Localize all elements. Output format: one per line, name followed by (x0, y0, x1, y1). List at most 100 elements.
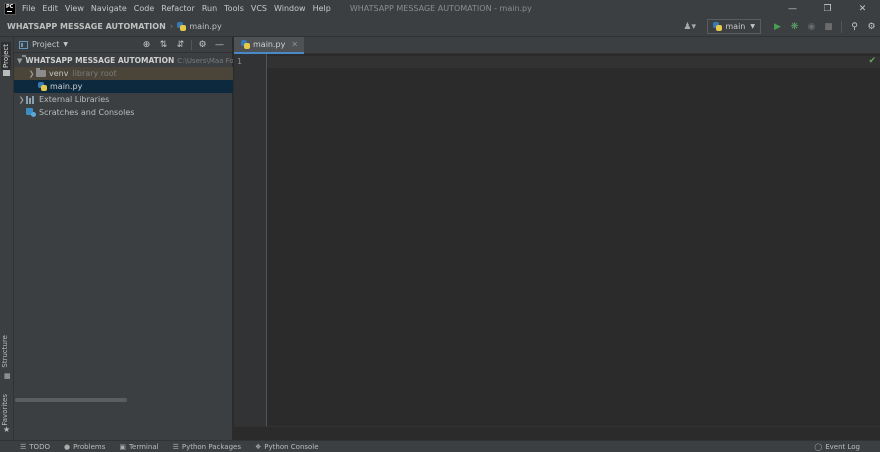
menu-navigate[interactable]: Navigate (91, 4, 127, 13)
structure-icon[interactable]: ▦ (4, 372, 11, 380)
list-icon: ☰ (20, 442, 27, 451)
left-tool-strip: Project Structure ▦ Favorites ★ (0, 37, 14, 440)
tree-item-label: main.py (50, 82, 83, 91)
hide-panel-icon[interactable]: — (211, 40, 228, 50)
code-editor[interactable]: ✔ (267, 54, 880, 426)
tree-item-label: venv (49, 69, 69, 78)
menu-window[interactable]: Window (274, 4, 306, 13)
project-view-select[interactable]: Project (32, 40, 59, 49)
editor-gutter[interactable]: 1 (234, 54, 267, 426)
run-configuration-label: main (725, 22, 746, 31)
tree-item-external-libraries[interactable]: ❯ External Libraries (14, 93, 233, 106)
tool-tab-event-log[interactable]: ◯ Event Log (814, 443, 860, 451)
run-configuration-select[interactable]: main ▼ (707, 19, 761, 34)
debug-icon[interactable]: ❋ (786, 22, 803, 32)
star-icon[interactable]: ★ (3, 425, 10, 434)
project-view-icon (19, 40, 28, 49)
menu-file[interactable]: File (22, 4, 35, 13)
line-number: 1 (237, 57, 242, 66)
close-icon[interactable]: ✕ (291, 40, 298, 49)
python-file-icon (177, 22, 187, 31)
warning-icon: ● (63, 442, 71, 451)
tree-item-scratches[interactable]: Scratches and Consoles (14, 106, 233, 119)
chevron-down-icon[interactable]: ▼ (17, 57, 22, 65)
collapse-all-icon[interactable]: ⇵ (172, 40, 189, 50)
tab-label: main.py (253, 40, 286, 49)
expand-all-icon[interactable]: ⇅ (155, 40, 172, 50)
tool-tab-project[interactable]: Project (1, 42, 11, 70)
menu-tools[interactable]: Tools (224, 4, 244, 13)
chevron-right-icon[interactable]: ❯ (17, 96, 26, 104)
menu-vcs[interactable]: VCS (251, 4, 267, 13)
minimize-icon[interactable]: — (775, 4, 810, 14)
python-config-icon (713, 22, 723, 31)
run-icon[interactable]: ▶ (769, 22, 786, 32)
close-icon[interactable]: ✕ (845, 4, 880, 14)
project-panel: Project ▼ ⊕ ⇅ ⇵ ⚙ — ▼ WHATSAPP MESSAGE A… (14, 37, 233, 440)
pycharm-logo-icon[interactable]: PC (4, 2, 16, 15)
tool-tab-label: Event Log (825, 442, 860, 451)
chevron-down-icon: ▼ (750, 23, 755, 30)
menu-refactor[interactable]: Refactor (161, 4, 195, 13)
tool-tab-problems[interactable]: ● Problems (64, 443, 105, 451)
tool-tab-terminal[interactable]: ▣ Terminal (119, 443, 158, 451)
window-title: WHATSAPP MESSAGE AUTOMATION - main.py (349, 4, 532, 13)
horizontal-scrollbar[interactable] (15, 398, 127, 402)
breadcrumb-project[interactable]: WHATSAPP MESSAGE AUTOMATION (7, 22, 166, 31)
folder-icon[interactable] (3, 70, 10, 76)
tool-tab-structure[interactable]: Structure (1, 335, 9, 368)
user-icon[interactable]: ♟▾ (683, 22, 697, 32)
folder-icon (36, 68, 46, 77)
chevron-right-icon[interactable]: ❯ (27, 70, 36, 78)
stop-icon[interactable]: ■ (820, 22, 837, 32)
tree-item-hint: library root (72, 69, 117, 78)
window-controls: — ❐ ✕ (775, 4, 880, 14)
tree-item-main-py[interactable]: main.py (14, 80, 233, 93)
bottom-tool-bar: ☰ TODO ● Problems ▣ Terminal ☰ Python Pa… (0, 440, 880, 452)
main-menu: File Edit View Navigate Code Refactor Ru… (22, 4, 338, 13)
tool-tab-python-packages[interactable]: ☰ Python Packages (173, 443, 241, 451)
tool-tab-python-console[interactable]: ❖ Python Console (255, 443, 319, 451)
locate-icon[interactable]: ⊕ (138, 40, 155, 50)
search-icon[interactable]: ⚲ (846, 22, 863, 32)
breadcrumb-file[interactable]: main.py (177, 22, 222, 31)
tool-tab-label: Python Packages (181, 442, 241, 451)
packages-icon: ☰ (172, 442, 179, 451)
breadcrumb-separator: › (169, 21, 174, 32)
terminal-icon: ▣ (119, 442, 126, 451)
tree-item-label: WHATSAPP MESSAGE AUTOMATION (25, 56, 175, 65)
checkmark-icon[interactable]: ✔ (868, 56, 876, 66)
gear-icon[interactable]: ⚙ (863, 22, 880, 32)
tab-main-py[interactable]: main.py ✕ (234, 37, 305, 54)
scratches-icon (26, 108, 36, 117)
current-line-highlight (267, 56, 880, 68)
python-console-icon: ❖ (255, 442, 262, 451)
menu-code[interactable]: Code (134, 4, 154, 13)
editor-tab-bar: main.py ✕ (234, 37, 880, 54)
project-panel-header: Project ▼ ⊕ ⇅ ⇵ ⚙ — (14, 37, 232, 53)
tree-item-project-root[interactable]: ▼ WHATSAPP MESSAGE AUTOMATION C:\Users\M… (14, 54, 233, 67)
toolbar-right: ♟▾ main ▼ ▶ ❋ ◉ ■ ⚲ ⚙ (683, 17, 880, 37)
tool-tab-label: Problems (73, 442, 106, 451)
tree-item-venv[interactable]: ❯ venv library root (14, 67, 233, 80)
tool-tab-todo[interactable]: ☰ TODO (20, 443, 50, 451)
navigation-bar: WHATSAPP MESSAGE AUTOMATION › main.py ♟▾… (0, 17, 880, 37)
tree-item-path: C:\Users\Maa Fo (177, 56, 233, 65)
coverage-icon[interactable]: ◉ (803, 22, 820, 32)
python-file-icon (241, 40, 250, 49)
menu-edit[interactable]: Edit (42, 4, 58, 13)
editor-bottom-strip (234, 426, 880, 440)
chevron-down-icon[interactable]: ▼ (63, 41, 68, 48)
tree-item-label: Scratches and Consoles (39, 108, 135, 117)
restore-icon[interactable]: ❐ (810, 4, 845, 14)
menu-view[interactable]: View (65, 4, 84, 13)
toolbar-divider (191, 39, 192, 50)
menu-help[interactable]: Help (313, 4, 331, 13)
python-file-icon (38, 82, 47, 91)
tool-tab-favorites[interactable]: Favorites (1, 394, 9, 426)
menu-run[interactable]: Run (202, 4, 217, 13)
gear-icon[interactable]: ⚙ (194, 40, 211, 50)
title-bar: PC File Edit View Navigate Code Refactor… (0, 0, 880, 17)
tree-item-label: External Libraries (39, 95, 110, 104)
tool-tab-label: TODO (29, 442, 50, 451)
